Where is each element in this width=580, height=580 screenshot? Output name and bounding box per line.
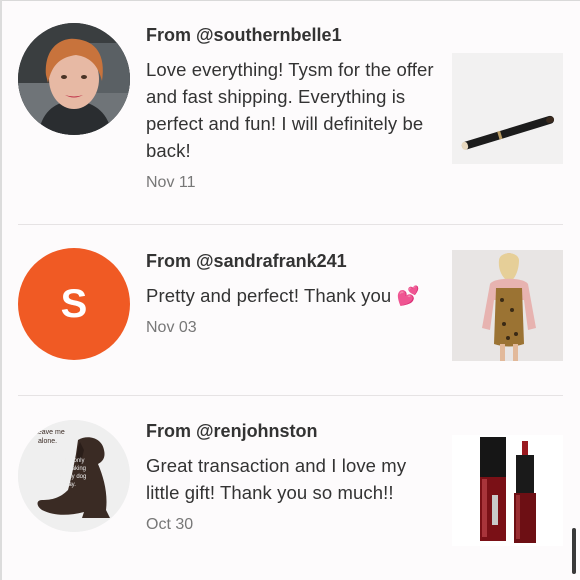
review-message: Pretty and perfect! Thank you 💕 <box>146 285 420 306</box>
review-message: Love everything! Tysm for the offer and … <box>146 59 434 161</box>
scrollbar[interactable] <box>572 528 576 574</box>
review-item: Leave me alone. I'm only speaking to my … <box>0 408 580 580</box>
user-avatar[interactable] <box>18 23 130 135</box>
review-content: From @sandrafrank241 Pretty and perfect!… <box>146 238 436 337</box>
review-author[interactable]: From @southernbelle1 <box>146 24 436 46</box>
sign-line: speaking <box>62 466 86 472</box>
top-border <box>0 0 580 1</box>
review-divider <box>18 224 563 225</box>
sign-line: Leave me <box>34 429 65 436</box>
review-date: Nov 03 <box>146 319 197 336</box>
product-thumbnail[interactable] <box>452 250 563 361</box>
review-content: From @southernbelle1 Love everything! Ty… <box>146 12 436 192</box>
fashion-photo-icon <box>452 250 563 361</box>
review-date: Nov 11 <box>146 174 196 191</box>
review-content: From @renjohnston Great transaction and … <box>146 408 436 534</box>
sign-line: I'm only <box>64 458 84 464</box>
profile-photo-icon <box>18 23 130 135</box>
sign-line: alone. <box>38 438 57 445</box>
user-avatar[interactable]: Leave me alone. I'm only speaking to my … <box>18 420 130 532</box>
sign-line: today. <box>60 482 76 488</box>
review-item: S From @sandrafrank241 Pretty and perfec… <box>0 238 580 388</box>
avatar-letter: S <box>60 281 88 326</box>
product-thumbnail[interactable] <box>452 435 563 546</box>
review-author[interactable]: From @renjohnston <box>146 420 436 442</box>
review-date: Oct 30 <box>146 516 194 533</box>
sign-line: to my dog <box>60 474 86 480</box>
review-item: From @southernbelle1 Love everything! Ty… <box>0 12 580 222</box>
user-avatar[interactable]: S <box>18 248 130 360</box>
review-message: Great transaction and I love my little g… <box>146 455 407 503</box>
dog-silhouette-icon: Leave me alone. I'm only speaking to my … <box>18 420 130 532</box>
review-author[interactable]: From @sandrafrank241 <box>146 250 436 272</box>
eyeliner-pencil-icon <box>452 53 563 164</box>
lipstick-icon <box>452 435 563 546</box>
product-thumbnail[interactable] <box>452 53 563 164</box>
review-divider <box>18 395 563 396</box>
